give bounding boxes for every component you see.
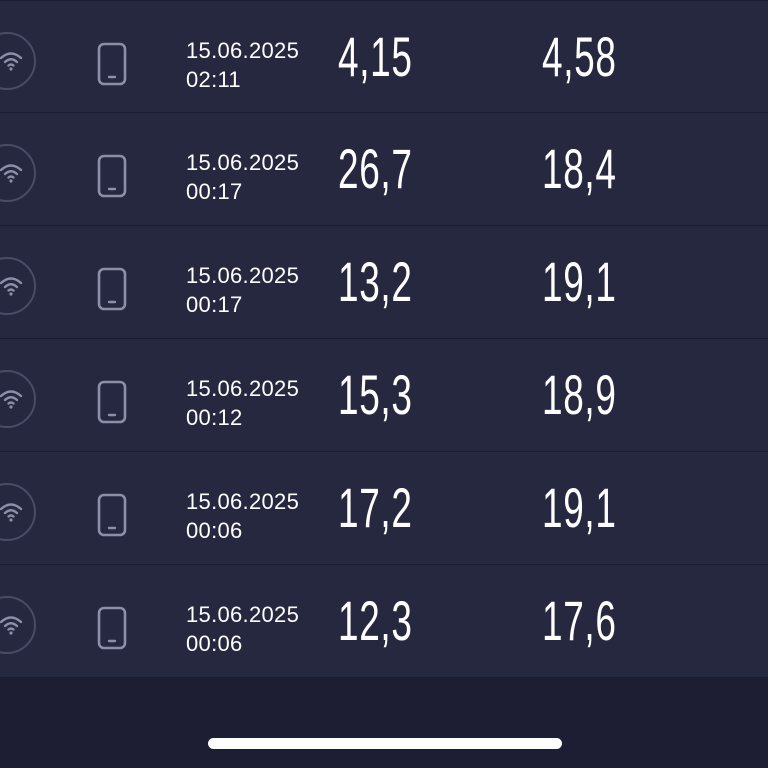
connection-type-badge — [0, 483, 36, 541]
upload-speed: 4,58 — [542, 25, 617, 88]
smartphone-icon — [97, 380, 127, 424]
smartphone-icon — [97, 267, 127, 311]
download-speed: 4,15 — [338, 25, 413, 88]
result-time: 00:17 — [186, 179, 243, 204]
result-row[interactable]: 15.06.2025 00:17 26,7 18,4 — [0, 113, 768, 226]
upload-speed: 19,1 — [542, 476, 617, 539]
result-time: 00:06 — [186, 518, 243, 543]
result-row[interactable]: 15.06.2025 00:12 15,3 18,9 — [0, 339, 768, 452]
result-time: 02:11 — [186, 67, 241, 92]
download-speed: 12,3 — [338, 589, 413, 652]
wifi-icon — [0, 52, 23, 71]
download-speed: 13,2 — [338, 250, 413, 313]
connection-type-badge — [0, 257, 36, 315]
result-row[interactable]: 15.06.2025 02:11 4,15 4,58 — [0, 0, 768, 113]
smartphone-icon — [97, 493, 127, 537]
smartphone-icon — [97, 154, 127, 198]
upload-speed: 18,9 — [542, 363, 617, 426]
download-speed: 26,7 — [338, 137, 413, 200]
result-datetime: 15.06.2025 00:17 — [186, 148, 299, 206]
result-datetime: 15.06.2025 00:06 — [186, 487, 299, 545]
connection-type-badge — [0, 32, 36, 90]
result-date: 15.06.2025 — [186, 150, 300, 175]
result-row[interactable]: 15.06.2025 00:06 17,2 19,1 — [0, 452, 768, 565]
result-time: 00:06 — [186, 631, 243, 656]
result-date: 15.06.2025 — [186, 38, 300, 63]
download-speed: 15,3 — [338, 363, 413, 426]
smartphone-icon — [97, 42, 127, 86]
result-time: 00:12 — [186, 405, 243, 430]
result-row[interactable]: 15.06.2025 00:06 12,3 17,6 — [0, 565, 768, 678]
result-date: 15.06.2025 — [186, 376, 300, 401]
result-date: 15.06.2025 — [186, 489, 300, 514]
home-indicator[interactable] — [208, 738, 562, 749]
smartphone-icon — [97, 606, 127, 650]
result-datetime: 15.06.2025 00:06 — [186, 600, 299, 658]
result-date: 15.06.2025 — [186, 602, 300, 627]
upload-speed: 17,6 — [542, 589, 617, 652]
speedtest-history-screen: 15.06.2025 02:11 4,15 4,58 15.06.2025 00… — [0, 0, 768, 768]
wifi-icon — [0, 616, 23, 635]
upload-speed: 19,1 — [542, 250, 617, 313]
wifi-icon — [0, 390, 23, 409]
wifi-icon — [0, 277, 23, 296]
result-datetime: 15.06.2025 00:17 — [186, 261, 299, 319]
wifi-icon — [0, 503, 23, 522]
result-row[interactable]: 15.06.2025 00:17 13,2 19,1 — [0, 226, 768, 339]
results-list: 15.06.2025 02:11 4,15 4,58 15.06.2025 00… — [0, 0, 768, 678]
download-speed: 17,2 — [338, 476, 413, 539]
wifi-icon — [0, 164, 23, 183]
connection-type-badge — [0, 144, 36, 202]
result-datetime: 15.06.2025 02:11 — [186, 36, 299, 94]
result-time: 00:17 — [186, 292, 243, 317]
upload-speed: 18,4 — [542, 137, 617, 200]
result-date: 15.06.2025 — [186, 263, 300, 288]
connection-type-badge — [0, 370, 36, 428]
result-datetime: 15.06.2025 00:12 — [186, 374, 299, 432]
connection-type-badge — [0, 596, 36, 654]
